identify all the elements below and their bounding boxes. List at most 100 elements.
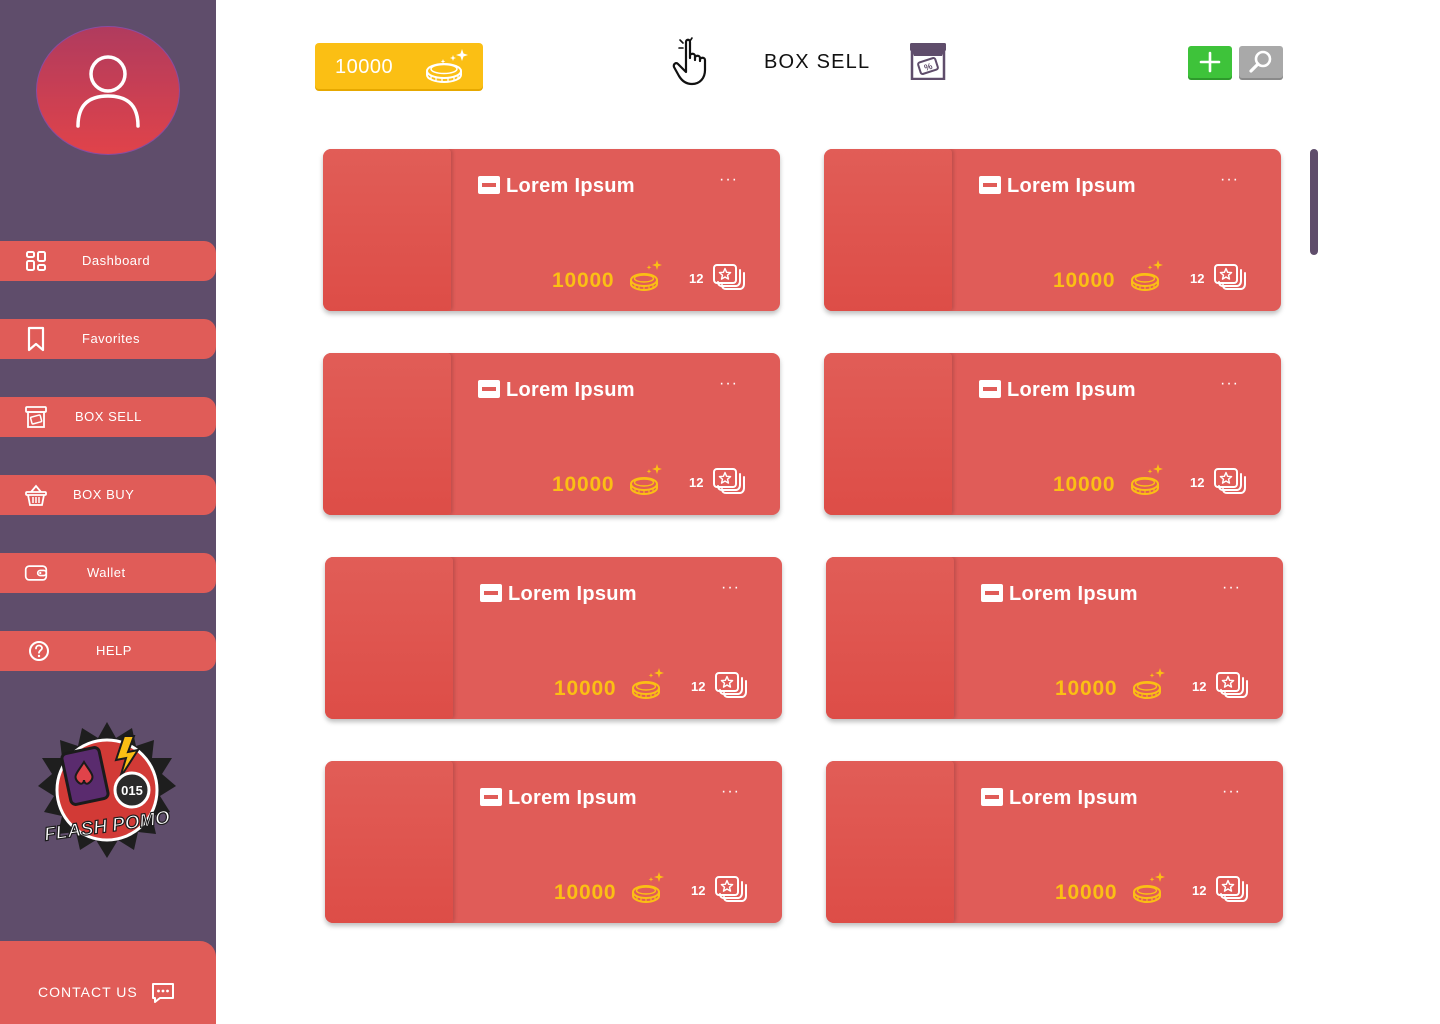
coin-icon bbox=[631, 871, 665, 905]
box-card-title: Lorem Ipsum bbox=[508, 583, 637, 605]
card-stack-icon bbox=[712, 467, 746, 495]
pointer-hand-icon bbox=[670, 36, 720, 88]
box-card-title: Lorem Ipsum bbox=[506, 379, 635, 401]
box-card-price: 10000 bbox=[554, 881, 617, 904]
box-card-title: Lorem Ipsum bbox=[1009, 787, 1138, 809]
coin-icon bbox=[423, 47, 469, 85]
box-card-price: 10000 bbox=[552, 473, 615, 496]
coin-icon bbox=[1132, 871, 1166, 905]
bookmark-icon bbox=[24, 326, 48, 352]
logo-badge-text: 015 bbox=[121, 783, 143, 798]
box-card[interactable]: Lorem Ipsum ··· 10000 12 bbox=[323, 149, 780, 311]
box-card[interactable]: Lorem Ipsum ··· 10000 12 bbox=[824, 149, 1281, 311]
scrollbar[interactable] bbox=[1310, 149, 1318, 255]
app: Dashboard Favorites BOX SELL BOX BUY Wal… bbox=[0, 0, 1440, 1024]
card-stack-icon bbox=[1215, 875, 1249, 903]
flag-icon bbox=[478, 176, 500, 194]
box-card[interactable]: Lorem Ipsum ··· 10000 12 bbox=[325, 761, 782, 923]
plus-icon bbox=[1199, 51, 1221, 73]
sidebar-item-favorites[interactable]: Favorites bbox=[0, 319, 216, 359]
box-card[interactable]: Lorem Ipsum ··· 10000 12 bbox=[826, 557, 1283, 719]
sidebar-item-label: Favorites bbox=[82, 331, 140, 346]
box-card-quantity: 12 bbox=[689, 271, 704, 286]
box-card-price: 10000 bbox=[1053, 269, 1116, 292]
store-icon bbox=[24, 405, 48, 429]
avatar[interactable] bbox=[36, 26, 180, 155]
box-card-title: Lorem Ipsum bbox=[1007, 175, 1136, 197]
card-stack-icon bbox=[714, 671, 748, 699]
card-stack-icon bbox=[1215, 671, 1249, 699]
chat-icon bbox=[150, 981, 176, 1005]
page-title: BOX SELL bbox=[764, 51, 871, 73]
flag-icon bbox=[979, 176, 1001, 194]
box-card-price: 10000 bbox=[554, 677, 617, 700]
box-card-thumbnail[interactable] bbox=[325, 557, 453, 719]
box-card-quantity: 12 bbox=[1190, 475, 1205, 490]
more-options-button[interactable]: ··· bbox=[1222, 783, 1241, 801]
box-card[interactable]: Lorem Ipsum ··· 10000 12 bbox=[323, 353, 780, 515]
box-card-quantity: 12 bbox=[1192, 679, 1207, 694]
box-card-thumbnail[interactable] bbox=[824, 353, 952, 515]
box-card-price: 10000 bbox=[552, 269, 615, 292]
more-options-button[interactable]: ··· bbox=[1220, 171, 1239, 189]
box-card-thumbnail[interactable] bbox=[325, 761, 453, 923]
box-card-quantity: 12 bbox=[689, 475, 704, 490]
store-icon: % bbox=[908, 42, 948, 81]
coin-icon bbox=[629, 463, 663, 497]
box-card[interactable]: Lorem Ipsum ··· 10000 12 bbox=[325, 557, 782, 719]
coin-icon bbox=[629, 259, 663, 293]
box-card-thumbnail[interactable] bbox=[824, 149, 952, 311]
more-options-button[interactable]: ··· bbox=[719, 375, 738, 393]
more-options-button[interactable]: ··· bbox=[721, 783, 740, 801]
sidebar-item-wallet[interactable]: Wallet bbox=[0, 553, 216, 593]
more-options-button[interactable]: ··· bbox=[1220, 375, 1239, 393]
box-card-title: Lorem Ipsum bbox=[506, 175, 635, 197]
wallet-balance-value: 10000 bbox=[335, 56, 394, 78]
sidebar-item-label: Dashboard bbox=[82, 253, 151, 268]
sidebar-item-box-sell[interactable]: BOX SELL bbox=[0, 397, 216, 437]
contact-us-button[interactable]: CONTACT US bbox=[0, 941, 216, 1024]
sidebar: Dashboard Favorites BOX SELL BOX BUY Wal… bbox=[0, 0, 216, 1024]
more-options-button[interactable]: ··· bbox=[721, 579, 740, 597]
box-card-price: 10000 bbox=[1055, 677, 1118, 700]
coin-icon bbox=[1130, 259, 1164, 293]
wallet-balance-badge[interactable]: 10000 bbox=[315, 43, 483, 89]
coin-icon bbox=[1132, 667, 1166, 701]
flash-pomo-logo: 015 FLASH POMO bbox=[36, 720, 178, 860]
sidebar-item-box-buy[interactable]: BOX BUY bbox=[0, 475, 216, 515]
box-card-title: Lorem Ipsum bbox=[508, 787, 637, 809]
user-icon bbox=[76, 54, 140, 128]
contact-us-label: CONTACT US bbox=[38, 984, 138, 1000]
sidebar-item-label: BOX BUY bbox=[73, 487, 135, 502]
box-card-quantity: 12 bbox=[691, 883, 706, 898]
box-card-quantity: 12 bbox=[1190, 271, 1205, 286]
box-card-price: 10000 bbox=[1055, 881, 1118, 904]
box-card[interactable]: Lorem Ipsum ··· 10000 12 bbox=[826, 761, 1283, 923]
basket-icon bbox=[24, 483, 48, 507]
more-options-button[interactable]: ··· bbox=[719, 171, 738, 189]
sidebar-item-dashboard[interactable]: Dashboard bbox=[0, 241, 216, 281]
box-card-title: Lorem Ipsum bbox=[1009, 583, 1138, 605]
wallet-icon bbox=[24, 561, 48, 585]
add-button[interactable] bbox=[1188, 46, 1232, 78]
coin-icon bbox=[1130, 463, 1164, 497]
box-card-thumbnail[interactable] bbox=[323, 149, 451, 311]
flag-icon bbox=[981, 788, 1003, 806]
card-stack-icon bbox=[1213, 467, 1247, 495]
box-card-thumbnail[interactable] bbox=[323, 353, 451, 515]
flag-icon bbox=[979, 380, 1001, 398]
sidebar-item-help[interactable]: HELP bbox=[0, 631, 216, 671]
search-button[interactable] bbox=[1239, 46, 1283, 78]
card-stack-icon bbox=[1213, 263, 1247, 291]
dashboard-icon bbox=[24, 249, 48, 273]
more-options-button[interactable]: ··· bbox=[1222, 579, 1241, 597]
box-card-quantity: 12 bbox=[1192, 883, 1207, 898]
box-card-quantity: 12 bbox=[691, 679, 706, 694]
box-card-thumbnail[interactable] bbox=[826, 557, 954, 719]
sidebar-item-label: Wallet bbox=[87, 565, 126, 580]
box-card-title: Lorem Ipsum bbox=[1007, 379, 1136, 401]
sidebar-item-label: HELP bbox=[96, 643, 132, 658]
box-card-thumbnail[interactable] bbox=[826, 761, 954, 923]
card-stack-icon bbox=[712, 263, 746, 291]
box-card[interactable]: Lorem Ipsum ··· 10000 12 bbox=[824, 353, 1281, 515]
